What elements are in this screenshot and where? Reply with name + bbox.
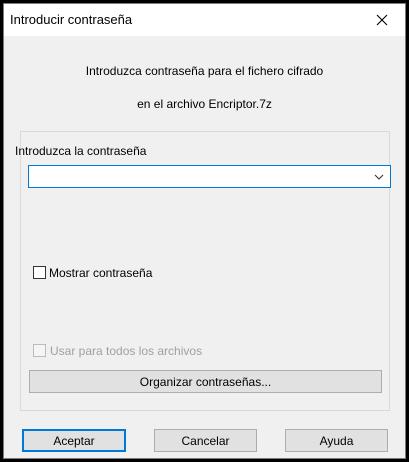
show-password-checkbox[interactable]	[33, 266, 46, 279]
cancel-button[interactable]: Cancelar	[154, 429, 257, 452]
password-label: Introduzca la contraseña	[15, 144, 147, 158]
help-button[interactable]: Ayuda	[285, 429, 388, 452]
manage-passwords-button[interactable]: Organizar contraseñas...	[29, 370, 382, 393]
ok-button[interactable]: Aceptar	[22, 429, 126, 452]
close-button[interactable]	[359, 4, 405, 36]
message-line-2: en el archivo Encriptor.7z	[137, 97, 272, 111]
chevron-down-icon[interactable]	[374, 172, 384, 182]
password-input[interactable]	[28, 165, 391, 188]
message-line-1: Introduzca contraseña para el fichero ci…	[85, 64, 324, 78]
use-for-all-checkbox[interactable]	[33, 344, 46, 357]
close-icon	[376, 14, 388, 26]
password-dialog: Introducir contraseña Introduzca contras…	[3, 3, 406, 459]
show-password-label[interactable]: Mostrar contraseña	[49, 266, 152, 280]
dialog-title: Introducir contraseña	[10, 12, 133, 27]
title-bar: Introducir contraseña	[4, 4, 405, 36]
use-for-all-label: Usar para todos los archivos	[50, 344, 203, 358]
